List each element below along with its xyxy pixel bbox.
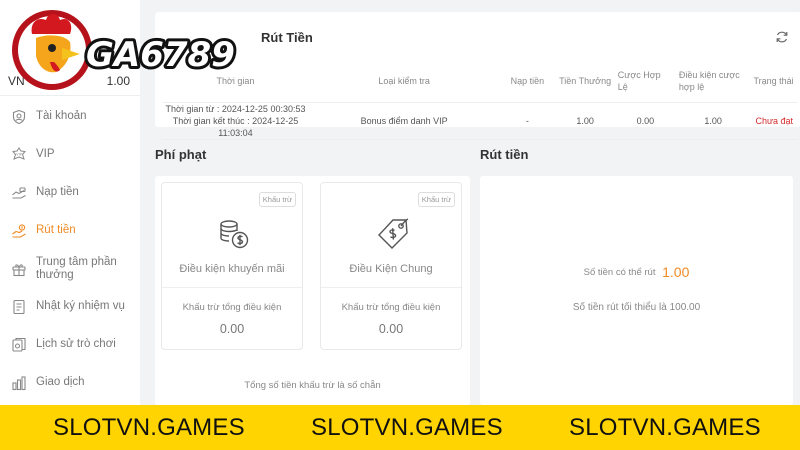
refresh-icon[interactable] [775, 30, 789, 44]
sidebar-item-game-history[interactable]: Lịch sử trò chơi [0, 326, 140, 364]
divider [321, 287, 461, 288]
available-amount: 1.00 [662, 264, 690, 280]
deduct-badge: Khấu trừ [258, 192, 296, 207]
sidebar-menu: Tài khoản VIP VIP Nạp tiền Rút tiền Trun… [0, 98, 140, 402]
panel-title: Rút Tiền [261, 30, 313, 45]
col-header-required-bet: Điều kiện cược hợp lệ [675, 62, 751, 103]
table-header-row: Thời gian Loại kiểm tra Nạp tiền Tiền Th… [162, 62, 798, 103]
condition-name: Điều Kiện Chung [349, 263, 433, 275]
task-log-icon [10, 298, 28, 316]
withdraw-hand-icon [10, 222, 28, 240]
sidebar-item-withdraw[interactable]: Rút tiền [0, 212, 140, 250]
vip-icon: VIP [10, 146, 28, 164]
sidebar-item-label: VIP [36, 148, 55, 161]
col-header-bonus: Tiền Thưởng [555, 62, 615, 103]
col-header-status: Trạng thái [750, 62, 798, 103]
transaction-icon [10, 374, 28, 392]
banner-text: SLOTVN.GAMES [53, 414, 245, 441]
available-label: Số tiền có thể rút [583, 267, 656, 278]
penalty-panel: Khấu trừ Điều kiện khuyến mãi Khấu trừ t… [155, 176, 470, 405]
deduct-label: Khấu trừ tổng điều kiện [182, 302, 282, 313]
footer-banner: SLOTVN.GAMES SLOTVN.GAMES SLOTVN.GAMES [0, 405, 800, 450]
sidebar-item-label: Tài khoản [36, 110, 87, 123]
sidebar-item-label: Giao dịch [36, 376, 85, 389]
deduct-badge: Khấu trừ [417, 192, 455, 207]
condition-name: Điều kiện khuyến mãi [179, 263, 285, 275]
sidebar-item-rewards[interactable]: Trung tâm phần thưởng [0, 250, 140, 288]
bonus-table: Thời gian Loại kiểm tra Nạp tiền Tiền Th… [162, 62, 798, 140]
available-amount-row: Số tiền có thể rút 1.00 [480, 264, 793, 280]
deduct-value: 0.00 [378, 322, 404, 336]
cell-deposit: - [499, 102, 556, 140]
table-row: Thời gian từ : 2024-12-25 00:30:53 Thời … [162, 102, 798, 140]
sidebar-item-label: Nạp tiền [36, 186, 79, 199]
time-start: Thời gian từ : 2024-12-25 00:30:53 [165, 103, 306, 114]
sidebar-item-label: Lịch sử trò chơi [36, 338, 116, 351]
banner-text: SLOTVN.GAMES [569, 414, 761, 441]
svg-text:VIP: VIP [16, 153, 23, 157]
sidebar-item-account[interactable]: Tài khoản [0, 98, 140, 136]
penalty-title: Phí phạt [155, 147, 207, 162]
cell-check-type: Bonus điểm danh VIP [308, 102, 500, 140]
divider [0, 95, 140, 96]
penalty-card-promo[interactable]: Khấu trừ Điều kiện khuyến mãi Khấu trừ t… [161, 182, 303, 350]
col-header-valid-bet: Cược Hợp Lệ [614, 62, 676, 103]
banner-text: SLOTVN.GAMES [311, 414, 503, 441]
price-tag-icon [376, 217, 410, 251]
penalty-card-general[interactable]: Khấu trừ Điều Kiện Chung Khấu trừ tổng đ… [320, 182, 462, 350]
divider [162, 287, 302, 288]
col-header-check-type: Loại kiểm tra [308, 62, 500, 103]
col-header-deposit: Nạp tiền [499, 62, 556, 103]
deduct-label: Khấu trừ tổng điều kiện [341, 302, 441, 313]
sidebar-item-vip[interactable]: VIP VIP [0, 136, 140, 174]
cell-time: Thời gian từ : 2024-12-25 00:30:53 Thời … [162, 102, 309, 140]
cell-required-bet: 1.00 [675, 102, 751, 140]
coins-dollar-icon [217, 217, 251, 251]
cell-status: Chưa đạt [750, 102, 798, 140]
gift-icon [10, 260, 28, 278]
time-end: Thời gian kết thúc : 2024-12-25 11:03:04 [172, 115, 299, 138]
sidebar-item-label: Nhật ký nhiệm vụ [36, 300, 125, 313]
sidebar-item-deposit[interactable]: Nạp tiền [0, 174, 140, 212]
total-deduction-note: Tổng số tiền khấu trừ là số chẵn [244, 380, 381, 391]
withdraw-title: Rút tiền [480, 147, 529, 162]
game-history-icon [10, 336, 28, 354]
sidebar-item-task-log[interactable]: Nhật ký nhiệm vụ [0, 288, 140, 326]
deposit-icon [10, 184, 28, 202]
min-withdraw-note: Số tiền rút tối thiểu là 100.00 [572, 302, 701, 313]
deduct-value: 0.00 [219, 322, 245, 336]
withdraw-panel: Số tiền có thể rút 1.00 Số tiền rút tối … [480, 176, 793, 405]
cell-bonus: 1.00 [555, 102, 615, 140]
sidebar-item-label: Trung tâm phần thưởng [36, 255, 117, 281]
user-shield-icon [10, 108, 28, 126]
sidebar-item-transactions[interactable]: Giao dịch [0, 364, 140, 402]
logo-text-ga6789: GA6789 GA6789 [83, 32, 238, 78]
sidebar-item-label: Rút tiền [36, 224, 76, 237]
brand-logo: GA6789 GA6789 [6, 4, 256, 94]
logo-text: GA6789 [86, 35, 235, 75]
cell-valid-bet: 0.00 [614, 102, 676, 140]
